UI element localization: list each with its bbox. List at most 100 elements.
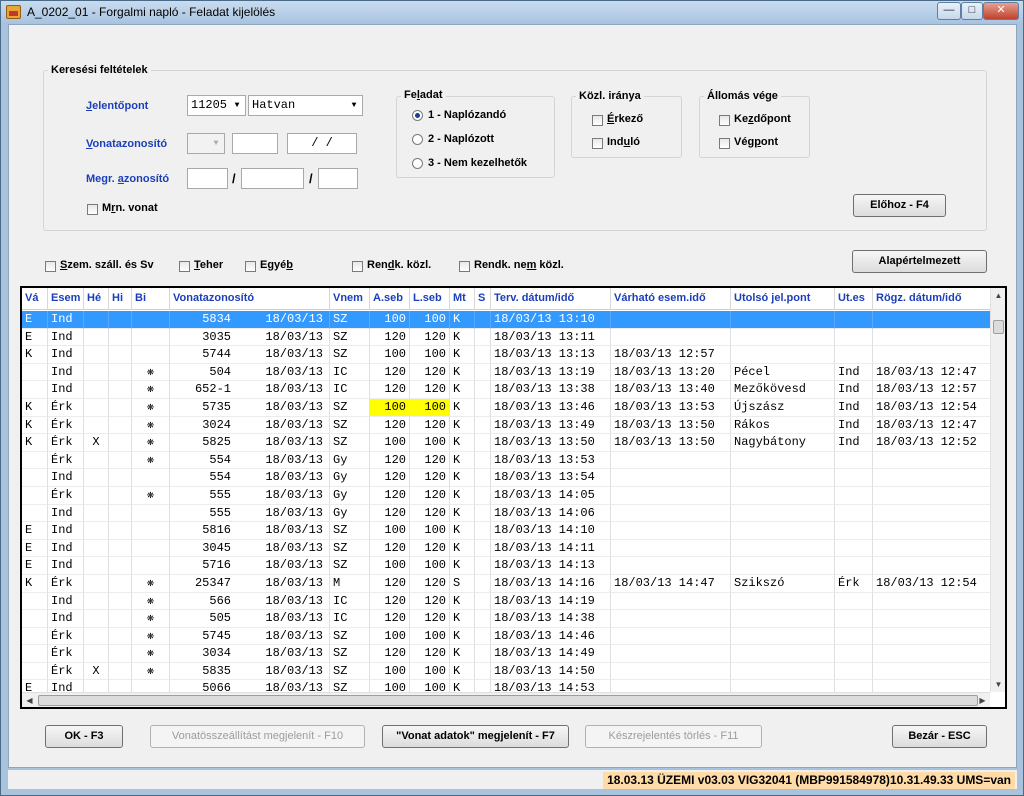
scroll-right-icon[interactable]: ▶ [975,693,990,707]
table-row[interactable]: K Ind 5744 18/03/13 SZ 100 100 K 18/03/13 13:13 1… [22,346,990,364]
column-header[interactable]: Vá [22,288,48,310]
vonat-date-input[interactable]: / / [287,133,357,154]
jelentopont-code-combo[interactable]: 11205 ▼ [187,95,246,116]
elohoz-button[interactable]: Előhoz - F4 [853,194,946,217]
bezar-button[interactable]: Bezár - ESC [892,725,987,748]
table-row[interactable]: Érk X ❋ 5835 18/03/13 SZ 100 100 K 18/03/13 14:50 [22,662,990,681]
minimize-button[interactable]: — [937,2,961,20]
cell-terv: 18/03/13 14:19 [491,592,611,611]
vonat-prefix-combo[interactable]: ▼ [187,133,225,154]
cell-he [84,398,109,417]
table-row[interactable]: Ind 554 18/03/13 Gy 120 120 K 18/03/13 13:54 [22,469,990,487]
cell-vnem: SZ [330,557,370,575]
table-row[interactable]: K Érk X ❋ 5825 18/03/13 SZ 100 100 K 18/03/13 13:5… [22,434,990,452]
column-header[interactable]: Hi [109,288,132,310]
table-row[interactable]: E Ind 5816 18/03/13 SZ 100 100 K 18/03/13 14:10 [22,522,990,540]
grid-body[interactable]: E Ind 5834 18/03/13 SZ 100 100 K 18/03/13 13:10 E… [22,311,990,692]
cell-he [84,328,109,347]
jelentopont-name-combo[interactable]: Hatvan ▼ [248,95,363,116]
column-header[interactable]: Rögz. dátum/idő [873,288,991,310]
megr-input-1[interactable] [187,168,228,189]
column-header[interactable]: Vonatazonosító [170,288,330,310]
egyeb-checkbox[interactable] [245,261,256,272]
cell-rogz: 18/03/13 12:47 [873,417,990,435]
chevron-down-icon[interactable]: ▼ [230,97,244,114]
table-row[interactable]: Ind ❋ 652-1 18/03/13 IC 120 120 K 18/03/13 13:38… [22,381,990,399]
table-row[interactable]: E Ind 5066 18/03/13 SZ 100 100 K 18/03/13 14:53 [22,680,990,692]
cell-bi: ❋ [132,662,170,681]
maximize-button[interactable]: □ [961,2,983,20]
teher-checkbox[interactable] [179,261,190,272]
chevron-down-icon[interactable]: ▼ [347,97,361,114]
table-row[interactable]: E Ind 3035 18/03/13 SZ 120 120 K 18/03/13 13:11 [22,328,990,347]
vonat-adatok-button[interactable]: "Vonat adatok" megjelenít - F7 [382,725,569,748]
column-header[interactable]: L.seb [410,288,450,310]
cell-utolso [731,328,835,347]
erkezo-checkbox[interactable] [592,115,603,126]
column-header[interactable]: Várható esem.idő [611,288,731,310]
table-row[interactable]: K Érk ❋ 5735 18/03/13 SZ 100 100 K 18/03/13 13:46… [22,398,990,417]
grid-header: Vá Esem Hé Hi Bi Vonatazonosító Vnem A.seb L.seb… [22,288,991,310]
alapertelmezett-button[interactable]: Alapértelmezett [852,250,987,273]
close-button[interactable]: ✕ [983,2,1019,20]
vertical-scrollbar[interactable]: ▲ ▼ [990,288,1005,692]
column-header[interactable]: Esem [48,288,84,310]
train-date: 18/03/13 [265,540,323,555]
table-row[interactable]: Ind ❋ 505 18/03/13 IC 120 120 K 18/03/13 14:38 [22,610,990,628]
megr-input-2[interactable] [241,168,304,189]
table-row[interactable]: E Ind 5834 18/03/13 SZ 100 100 K 18/03/13 13:10 [22,311,990,329]
rendk-kozl-checkbox[interactable] [352,261,363,272]
vegpont-checkbox[interactable] [719,138,730,149]
cell-va [22,486,48,505]
column-header[interactable]: Utolsó jel.pont [731,288,835,310]
cell-utes [835,557,873,575]
megr-input-3[interactable] [318,168,358,189]
column-header[interactable]: Mt [450,288,475,310]
train-date: 18/03/13 [265,663,323,678]
feladat-option-1: 1 - Naplózandó [428,109,507,121]
feladat-radio-3[interactable] [412,158,423,169]
mrn-vonat-checkbox[interactable] [87,204,98,215]
chevron-down-icon[interactable]: ▼ [209,135,223,152]
feladat-radio-1[interactable] [412,110,423,121]
scroll-up-icon[interactable]: ▲ [991,288,1005,303]
keszrejelentes-torles-button[interactable]: Készrejelentés törlés - F11 [585,725,762,748]
column-header[interactable]: Terv. dátum/idő [491,288,611,310]
scroll-left-icon[interactable]: ◀ [22,693,37,707]
table-row[interactable]: E Ind 3045 18/03/13 SZ 120 120 K 18/03/13 14:11 [22,539,990,558]
column-header[interactable]: Bi [132,288,170,310]
table-row[interactable]: K Érk ❋ 3024 18/03/13 SZ 120 120 K 18/03/13 13:49… [22,416,990,435]
feladat-radio-2[interactable] [412,134,423,145]
szem-szall-checkbox[interactable] [45,261,56,272]
table-row[interactable]: Érk ❋ 555 18/03/13 Gy 120 120 K 18/03/13 14:05 [22,486,990,505]
table-row[interactable]: Érk ❋ 554 18/03/13 Gy 120 120 K 18/03/13 13:53 [22,451,990,470]
table-row[interactable]: Ind 555 18/03/13 Gy 120 120 K 18/03/13 14:06 [22,504,990,523]
cell-utes [835,645,873,663]
horizontal-scrollbar[interactable]: ◀ ▶ [22,692,990,707]
table-row[interactable]: Érk ❋ 3034 18/03/13 SZ 120 120 K 18/03/13 14:49 [22,645,990,663]
kezdopont-checkbox[interactable] [719,115,730,126]
table-row[interactable]: Érk ❋ 5745 18/03/13 SZ 100 100 K 18/03/13 14:46 [22,627,990,646]
scroll-down-icon[interactable]: ▼ [991,677,1005,692]
table-row[interactable]: Ind ❋ 566 18/03/13 IC 120 120 K 18/03/13 14:19 [22,592,990,611]
vonat-number-input[interactable] [232,133,278,154]
column-header[interactable]: A.seb [370,288,410,310]
cell-hi [109,311,132,329]
train-grid[interactable]: Vá Esem Hé Hi Bi Vonatazonosító Vnem A.seb L.seb… [20,286,1007,709]
column-header[interactable]: S [475,288,491,310]
vonatossze-button[interactable]: Vonatösszeállítást megjelenít - F10 [150,725,365,748]
train-date: 18/03/13 [265,575,323,590]
ok-button[interactable]: OK - F3 [45,725,123,748]
column-header[interactable]: Hé [84,288,109,310]
table-row[interactable]: K Érk ❋ 25347 18/03/13 M 120 120 S 18/03/13 14:16… [22,574,990,593]
cell-esem: Ind [48,680,84,692]
table-row[interactable]: Ind ❋ 504 18/03/13 IC 120 120 K 18/03/13 13:19 18… [22,363,990,382]
vertical-scroll-thumb[interactable] [993,320,1004,334]
table-row[interactable]: E Ind 5716 18/03/13 SZ 100 100 K 18/03/13 14:13 [22,557,990,575]
column-header[interactable]: Ut.es [835,288,873,310]
column-header[interactable]: Vnem [330,288,370,310]
train-number: 5835 [202,663,231,678]
indulo-checkbox[interactable] [592,138,603,149]
rendk-nem-kozl-checkbox[interactable] [459,261,470,272]
horizontal-scroll-thumb[interactable] [38,695,978,706]
